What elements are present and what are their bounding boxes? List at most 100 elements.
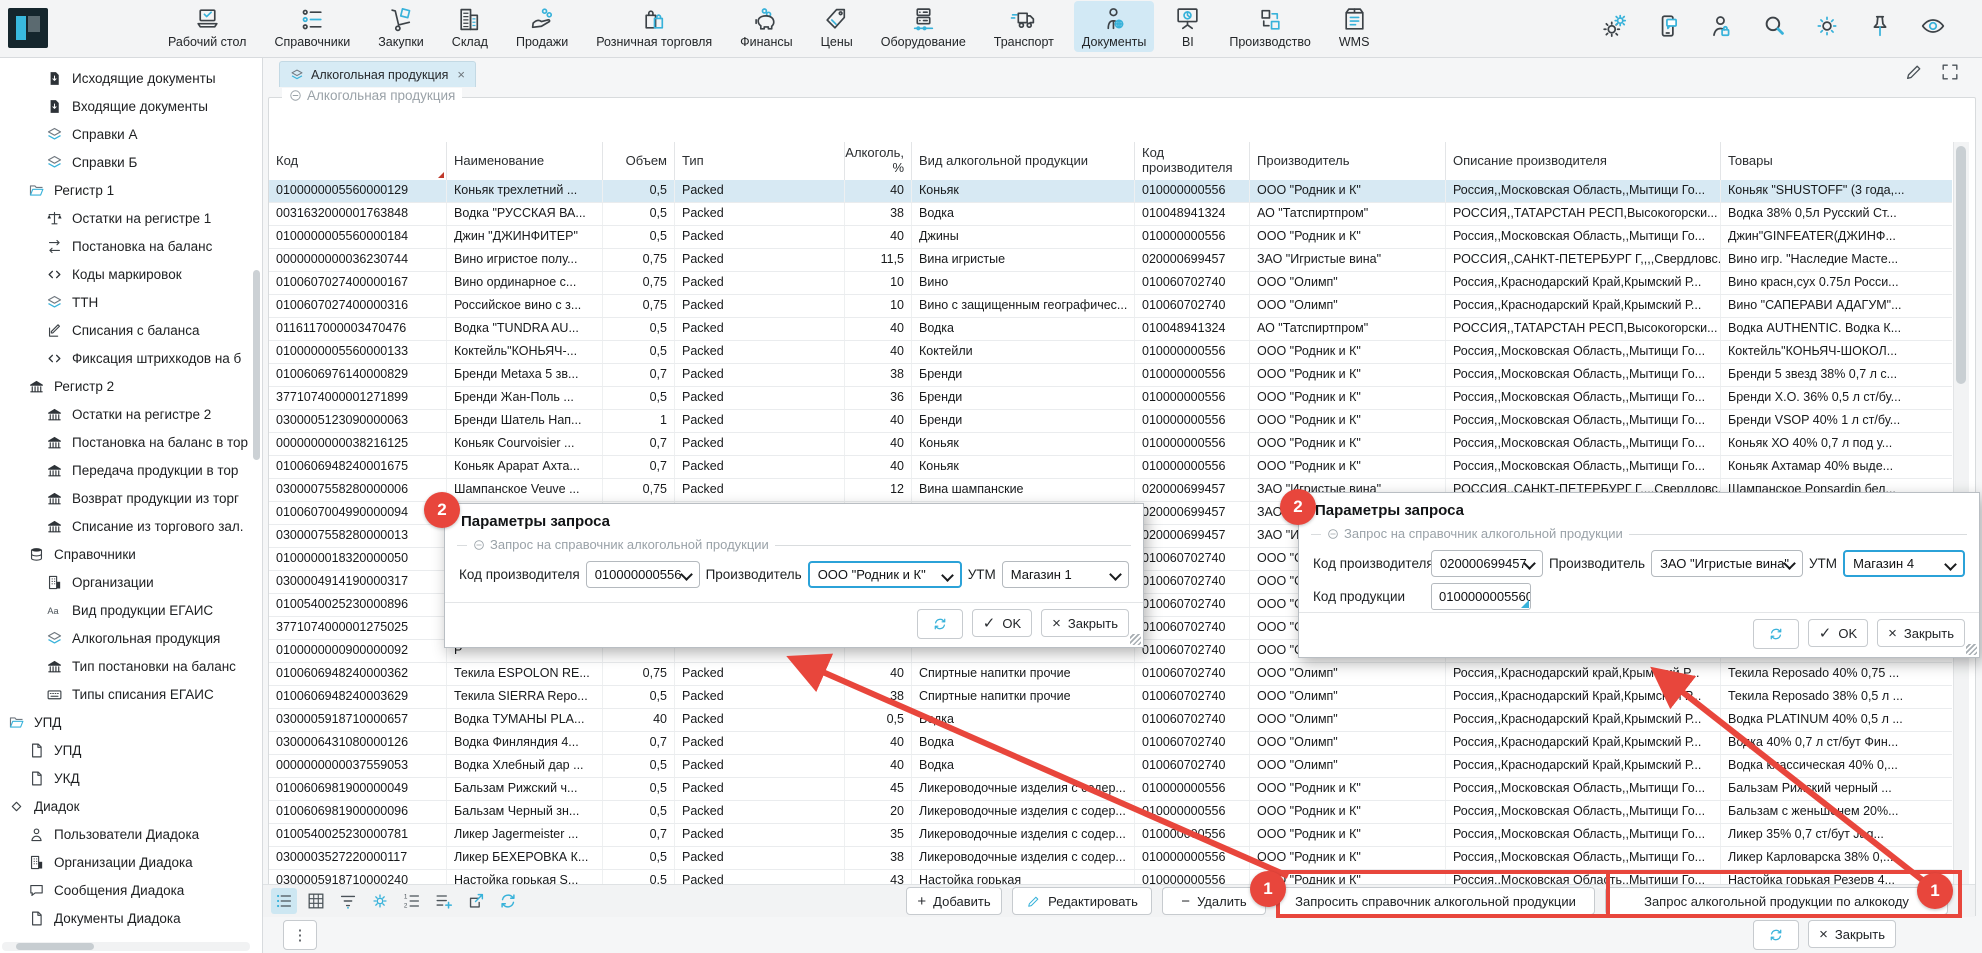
module-documents[interactable]: Документы (1074, 1, 1154, 52)
sidebar-horizontal-scrollbar[interactable] (2, 942, 250, 951)
sync-button[interactable] (495, 888, 521, 914)
list-view-button[interactable] (271, 888, 297, 914)
table-row[interactable]: 0100606981900000096Бальзам Черный зн...0… (269, 801, 1952, 824)
column-header-8[interactable]: Описание производителя (1446, 142, 1721, 180)
column-header-3[interactable]: Тип (675, 142, 845, 180)
table-row[interactable]: 0100607027400000316Российское вино с з..… (269, 295, 1952, 318)
tab-close-icon[interactable]: × (457, 67, 465, 82)
table-row[interactable]: 0000000000038216125Коньяк Courvoisier ..… (269, 433, 1952, 456)
user-lock-icon[interactable] (1708, 13, 1734, 39)
sidebar-vertical-scrollbar[interactable] (253, 270, 260, 460)
sidebar-item-13[interactable]: Постановка на баланс в тор (0, 428, 262, 456)
collapse-icon[interactable] (289, 89, 302, 102)
sidebar-item-7[interactable]: Коды маркировок (0, 260, 262, 288)
sidebar-item-1[interactable]: Входящие документы (0, 92, 262, 120)
product-code-input[interactable]: 0100000005560000 (1431, 583, 1531, 610)
gear-button[interactable] (367, 888, 393, 914)
module-purchases[interactable]: Закупки (370, 1, 432, 52)
eye-icon[interactable] (1920, 13, 1946, 39)
table-row[interactable]: 0100000005560000184Джин "ДЖИНФИТЕР"0,5Pa… (269, 226, 1952, 249)
table-row[interactable]: 0300003527220000117Ликер БЕХЕРОВКА К...0… (269, 847, 1952, 870)
table-row[interactable]: 0000000000036230744Вино игристое полу...… (269, 249, 1952, 272)
column-header-9[interactable]: Товары (1721, 142, 1959, 180)
close-form-button[interactable]: ×Закрыть (1808, 920, 1896, 948)
action-button-3[interactable]: Запросить справочник алкогольной продукц… (1276, 887, 1595, 915)
fullscreen-icon[interactable] (1940, 62, 1960, 82)
sidebar-item-0[interactable]: Исходящие документы (0, 64, 262, 92)
sidebar-item-17[interactable]: Справочники (0, 540, 262, 568)
sidebar-item-11[interactable]: Регистр 2 (0, 372, 262, 400)
dialog-refresh-button[interactable] (917, 609, 963, 639)
module-transport[interactable]: Транспорт (986, 1, 1062, 52)
table-row[interactable]: 0100606948240003629Текила SIERRA Repo...… (269, 686, 1952, 709)
device-chat-icon[interactable] (1655, 13, 1681, 39)
dialog-ok-button[interactable]: ✓OK (972, 609, 1032, 637)
producer-code-select[interactable]: 010000000556 (586, 561, 700, 588)
module-warehouse[interactable]: Склад (444, 1, 496, 52)
sidebar-item-12[interactable]: Остатки на регистре 2 (0, 400, 262, 428)
export-button[interactable] (463, 888, 489, 914)
sidebar-item-5[interactable]: Остатки на регистре 1 (0, 204, 262, 232)
resize-grip[interactable] (1966, 644, 1977, 655)
table-row[interactable]: 3771074000001271899Бренди Жан-Поль ...0,… (269, 387, 1952, 410)
sidebar-item-20[interactable]: Алкогольная продукция (0, 624, 262, 652)
table-row[interactable]: 0300006431080000126Водка Финляндия 4...0… (269, 732, 1952, 755)
column-header-6[interactable]: Код производителя (1135, 142, 1250, 180)
dialog-close-button[interactable]: ×Закрыть (1877, 619, 1965, 647)
table-row[interactable]: 0100606948240000362Текила ESPOLON RE...0… (269, 663, 1952, 686)
table-row[interactable]: 0300005918710000657Водка ТУМАНЫ PLA...40… (269, 709, 1952, 732)
collapse-icon[interactable] (1327, 528, 1339, 540)
resize-grip[interactable] (1130, 634, 1141, 645)
column-header-5[interactable]: Вид алкогольной продукции (912, 142, 1135, 180)
module-equipment[interactable]: Оборудование (873, 1, 974, 52)
table-row[interactable]: 0100000005560000133Коктейль"КОНЬЯЧ-...0,… (269, 341, 1952, 364)
add-list-button[interactable] (431, 888, 457, 914)
numbered-list-button[interactable]: 12 (399, 888, 425, 914)
filter-button[interactable] (335, 888, 361, 914)
edit-pencil-icon[interactable] (1904, 62, 1924, 82)
table-row[interactable]: 0100000005560000129Коньяк трехлетний ...… (269, 180, 1952, 203)
sidebar-item-14[interactable]: Передача продукции в тор (0, 456, 262, 484)
sidebar-item-21[interactable]: Тип постановки на баланс (0, 652, 262, 680)
sidebar-item-3[interactable]: Справки Б (0, 148, 262, 176)
action-button-1[interactable]: Редактировать (1012, 887, 1152, 915)
sidebar-item-28[interactable]: Организации Диадока (0, 848, 262, 876)
dialog-refresh-button[interactable] (1753, 619, 1799, 649)
dialog-close-button[interactable]: ×Закрыть (1041, 609, 1129, 637)
column-header-1[interactable]: Наименование (447, 142, 603, 180)
tab-alcohol-products[interactable]: Алкогольная продукция × (279, 61, 476, 87)
search-icon[interactable] (1761, 13, 1787, 39)
module-desktop[interactable]: Рабочий стол (160, 1, 254, 52)
module-production[interactable]: Производство (1221, 1, 1319, 52)
refresh-button[interactable] (1753, 920, 1799, 950)
module-bi[interactable]: BI (1166, 1, 1209, 52)
table-row[interactable]: 0100606948240001675Коньяк Арарат Ахта...… (269, 456, 1952, 479)
utm-select[interactable]: Магазин 4 (1843, 550, 1965, 577)
sidebar-item-30[interactable]: Документы Диадока (0, 904, 262, 932)
column-header-0[interactable]: Код (269, 142, 447, 180)
grid-view-button[interactable] (303, 888, 329, 914)
table-row[interactable]: 0100606981900000049Бальзам Рижский ч...0… (269, 778, 1952, 801)
module-sales[interactable]: Продажи (508, 1, 576, 52)
sidebar-item-8[interactable]: ТТН (0, 288, 262, 316)
table-row[interactable]: 0300005123090000063Бренди Шатель Нап...1… (269, 410, 1952, 433)
sidebar-item-26[interactable]: Диадок (0, 792, 262, 820)
sidebar-item-23[interactable]: УПД (0, 708, 262, 736)
producer-select[interactable]: ЗАО "Игристые вина" (1651, 550, 1803, 577)
sidebar-item-4[interactable]: Регистр 1 (0, 176, 262, 204)
brightness-icon[interactable] (1814, 13, 1840, 39)
sidebar-item-10[interactable]: Фиксация штрихкодов на б (0, 344, 262, 372)
producer-code-select[interactable]: 020000699457 (1431, 550, 1543, 577)
module-retail[interactable]: Розничная торговля (588, 1, 720, 52)
action-button-4[interactable]: Запрос алкогольной продукции по алкокоду (1605, 887, 1948, 915)
sidebar-item-2[interactable]: Справки А (0, 120, 262, 148)
module-prices[interactable]: Цены (813, 1, 861, 52)
column-header-4[interactable]: Алкоголь, % (845, 142, 912, 180)
module-finance[interactable]: Финансы (732, 1, 800, 52)
sidebar-item-27[interactable]: Пользователи Диадока (0, 820, 262, 848)
utm-select[interactable]: Магазин 1 (1002, 561, 1129, 588)
sidebar-item-9[interactable]: Списания с баланса (0, 316, 262, 344)
sidebar-item-29[interactable]: Сообщения Диадока (0, 876, 262, 904)
column-header-2[interactable]: Объем (603, 142, 675, 180)
dialog-ok-button[interactable]: ✓OK (1808, 619, 1868, 647)
